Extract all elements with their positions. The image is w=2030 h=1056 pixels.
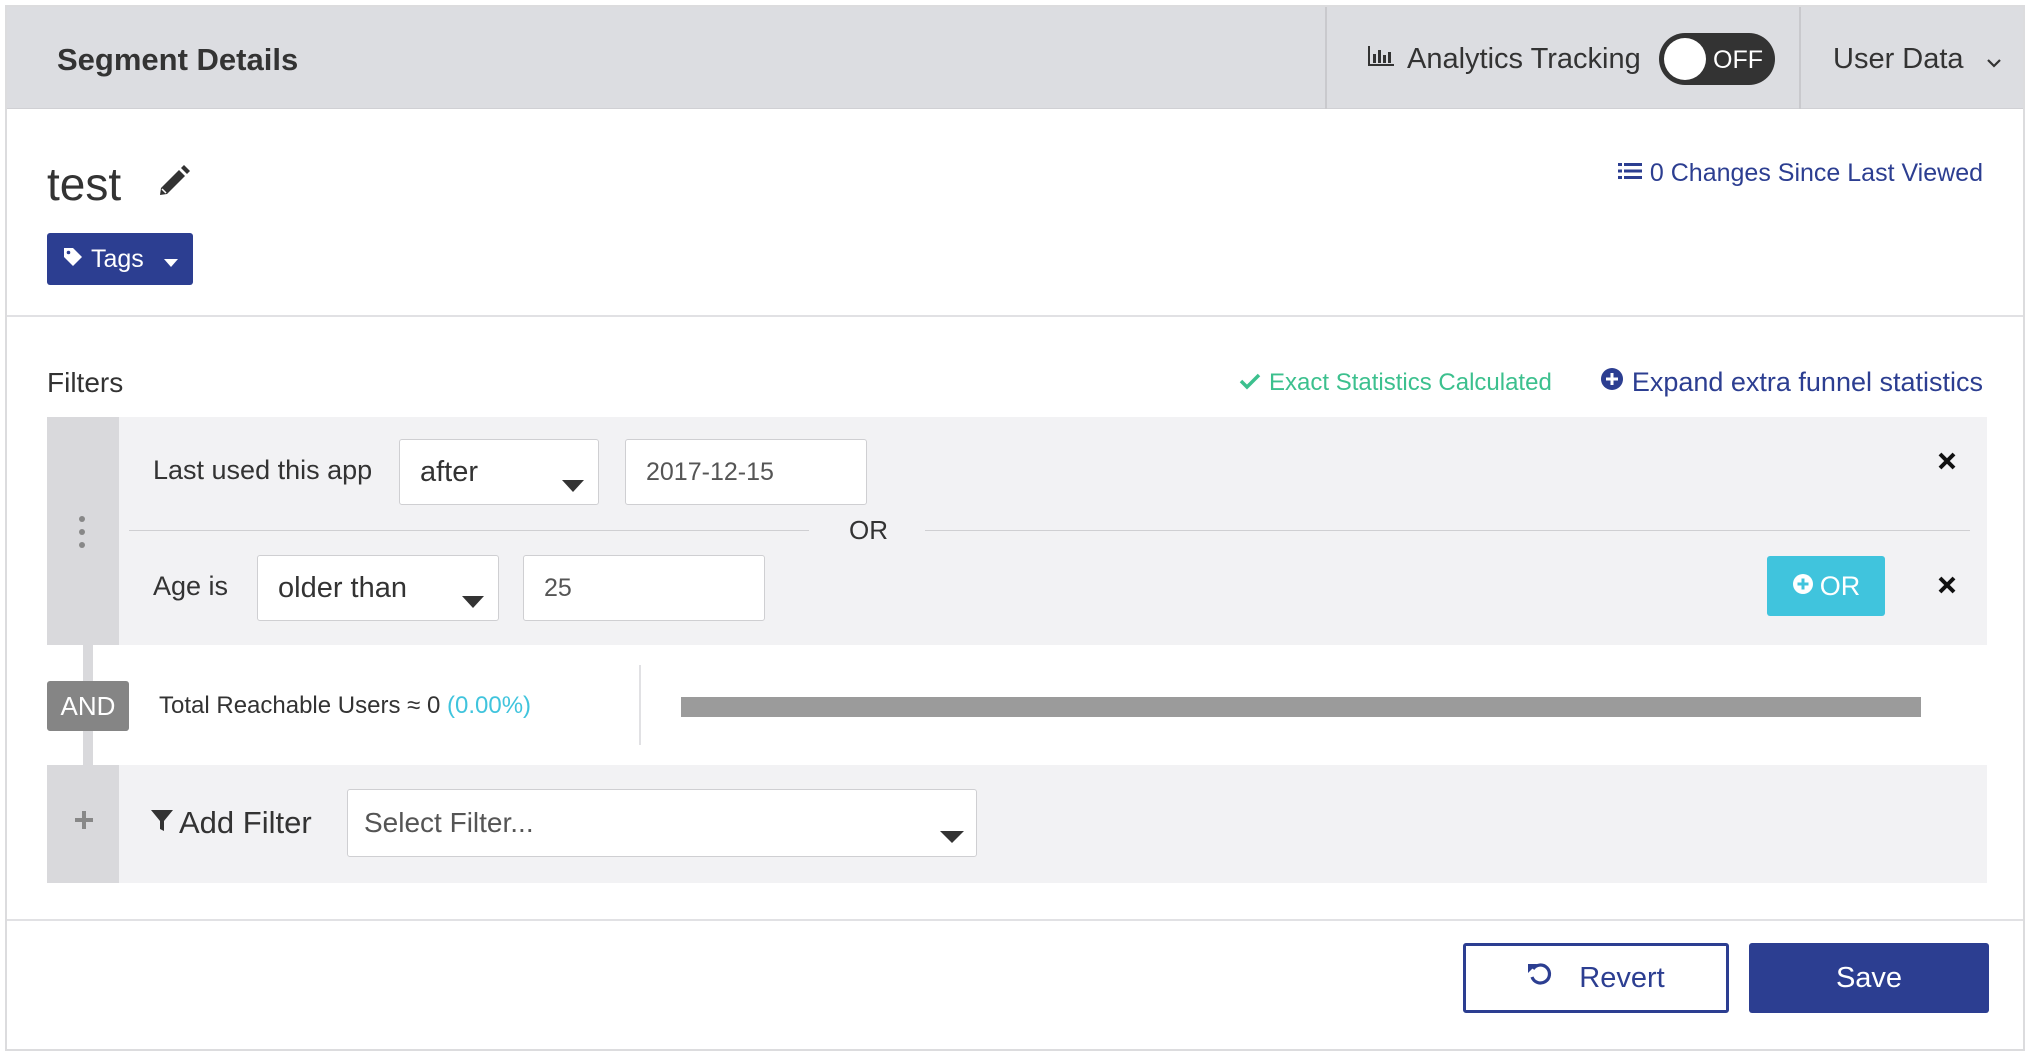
select-filter-placeholder: Select Filter... — [364, 807, 534, 838]
add-filter-handle — [47, 765, 119, 883]
filter-row-label: Last used this app — [153, 455, 373, 485]
analytics-tracking: Analytics Tracking — [1367, 43, 1641, 76]
plus-circle-icon — [1792, 571, 1820, 602]
add-filter-heading: Add Filter — [151, 805, 312, 841]
add-filter-group: Add Filter Select Filter... — [47, 765, 1987, 883]
filter-operator-select[interactable]: after — [399, 439, 599, 505]
reach-divider — [639, 665, 641, 745]
filters-heading: Filters — [47, 367, 124, 398]
header-divider — [1325, 7, 1327, 109]
list-icon — [1617, 159, 1650, 188]
and-badge: AND — [47, 681, 129, 731]
caret-down-icon — [163, 245, 178, 274]
bar-chart-icon — [1367, 43, 1407, 76]
caret-down-icon — [940, 818, 964, 850]
tag-icon — [63, 245, 83, 274]
page-title: Segment Details — [57, 42, 299, 77]
undo-icon — [1527, 961, 1579, 995]
add-filter-label: Add Filter — [179, 805, 312, 840]
or-separator-line — [129, 530, 809, 531]
chevron-down-icon — [1986, 43, 2002, 76]
segment-details-panel: Segment Details Analytics Tracking OFF U… — [5, 5, 2025, 1051]
reachable-users-bar — [681, 697, 1921, 717]
select-filter-dropdown[interactable]: Select Filter... — [347, 789, 977, 857]
user-data-label: User Data — [1833, 43, 1964, 75]
reachable-users-label: Total Reachable Users ≈ 0 — [159, 692, 441, 719]
add-or-condition-button[interactable]: OR — [1767, 556, 1885, 616]
footer-divider — [7, 919, 2023, 921]
close-icon[interactable] — [1937, 575, 1957, 600]
segment-name: test — [47, 158, 122, 210]
filter-row-label: Age is — [153, 571, 229, 601]
toggle-knob — [1664, 38, 1706, 80]
analytics-tracking-toggle[interactable]: OFF — [1659, 33, 1775, 85]
or-separator-line — [925, 530, 1970, 531]
expand-funnel-statistics-link[interactable]: Expand extra funnel statistics — [1600, 367, 1983, 398]
caret-down-icon — [462, 583, 484, 616]
exact-statistics-label: Exact Statistics Calculated — [1269, 369, 1552, 396]
drag-handle[interactable] — [47, 417, 119, 645]
plus-circle-icon — [1600, 367, 1632, 398]
caret-down-icon — [562, 467, 584, 500]
toggle-state-label: OFF — [1713, 46, 1763, 74]
expand-funnel-statistics-label: Expand extra funnel statistics — [1631, 367, 1983, 397]
or-button-label: OR — [1819, 570, 1861, 601]
revert-button[interactable]: Revert — [1463, 943, 1729, 1013]
filter-operator-value: older than — [278, 571, 407, 604]
reachable-users-percent: (0.00%) — [446, 692, 532, 719]
analytics-tracking-label: Analytics Tracking — [1407, 43, 1641, 75]
changes-label: 0 Changes Since Last Viewed — [1649, 159, 1983, 187]
exact-statistics-status: Exact Statistics Calculated — [1239, 369, 1552, 397]
panel-header: Segment Details Analytics Tracking OFF U… — [7, 7, 2023, 109]
filter-value-input[interactable]: 2017-12-15 — [625, 439, 867, 505]
revert-label: Revert — [1579, 961, 1665, 994]
filter-value-input[interactable]: 25 — [523, 555, 765, 621]
section-divider — [7, 315, 2023, 317]
close-icon[interactable] — [1937, 451, 1957, 476]
changes-since-last-viewed-link[interactable]: 0 Changes Since Last Viewed — [1617, 159, 1983, 188]
plus-icon — [75, 811, 93, 834]
vertical-dots-icon — [78, 515, 86, 554]
pencil-icon[interactable] — [155, 162, 191, 203]
tags-label: Tags — [91, 244, 144, 273]
total-reachable-users: Total Reachable Users ≈ 0 (0.00%) — [159, 692, 531, 720]
header-divider — [1799, 7, 1801, 109]
tags-dropdown-button[interactable]: Tags — [47, 233, 193, 285]
save-button[interactable]: Save — [1749, 943, 1989, 1013]
filter-operator-value: after — [420, 455, 479, 488]
funnel-icon — [151, 805, 179, 841]
check-icon — [1239, 369, 1269, 397]
filter-operator-select[interactable]: older than — [257, 555, 499, 621]
user-data-dropdown[interactable]: User Data — [1833, 43, 2002, 76]
filter-group: Last used this app after 2017-12-15 OR A… — [47, 417, 1987, 645]
or-separator-label: OR — [849, 515, 888, 545]
